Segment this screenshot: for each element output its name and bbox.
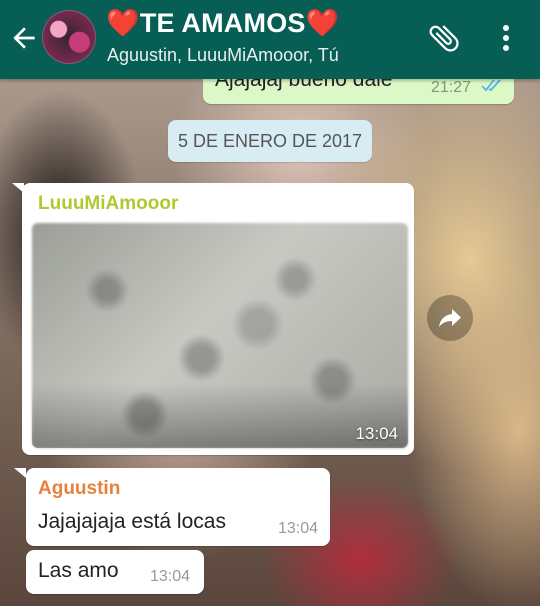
more-vert-icon[interactable]	[494, 20, 518, 56]
attach-clip-icon[interactable]	[426, 20, 462, 56]
group-avatar[interactable]	[42, 10, 96, 64]
date-divider: 5 DE ENERO DE 2017	[168, 120, 372, 162]
chat-header: ❤️TE AMAMOS❤️ Aguustin, LuuuMiAmooor, Tú	[0, 0, 540, 79]
forward-button[interactable]	[427, 295, 473, 341]
photo-shade	[32, 383, 408, 448]
incoming-message[interactable]: Las amo 13:04	[26, 550, 204, 594]
forward-icon	[439, 309, 461, 327]
sender-name[interactable]: LuuuMiAmooor	[38, 193, 178, 215]
bubble-tail	[14, 468, 26, 478]
message-time: 21:27	[431, 79, 472, 96]
group-members[interactable]: Aguustin, LuuuMiAmooor, Tú	[107, 45, 339, 66]
sender-name[interactable]: Aguustin	[38, 478, 120, 500]
message-time: 13:04	[355, 424, 398, 443]
read-double-check-icon	[481, 79, 501, 92]
back-arrow-icon[interactable]	[8, 22, 40, 54]
message-text: Jajajajaja está locas	[38, 510, 226, 533]
message-time: 13:04	[278, 520, 319, 537]
group-title[interactable]: ❤️TE AMAMOS❤️	[106, 7, 339, 39]
image-message[interactable]: LuuuMiAmooor 13:04	[22, 183, 414, 455]
message-time: 13:04	[150, 568, 191, 585]
incoming-message[interactable]: Aguustin Jajajajaja está locas 13:04	[26, 468, 330, 546]
message-text: Las amo	[38, 559, 119, 582]
